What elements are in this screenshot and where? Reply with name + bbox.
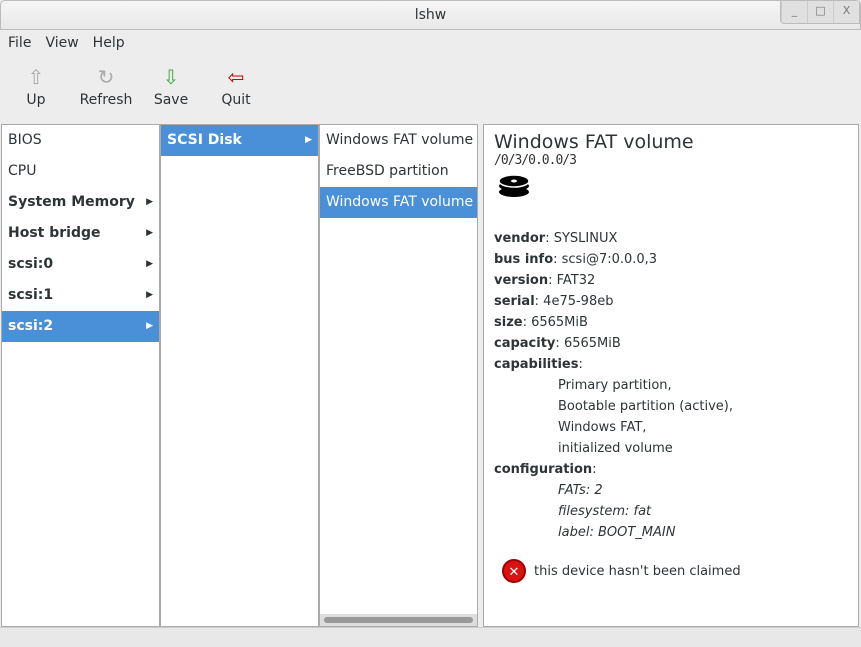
- list-item[interactable]: Windows FAT volume: [320, 125, 477, 156]
- list-item[interactable]: Host bridge ▶: [2, 218, 159, 249]
- menu-view[interactable]: View: [45, 32, 78, 54]
- device-column-1: BIOS CPU System Memory ▶ Host bridge ▶ scs…: [1, 124, 160, 627]
- minimize-button[interactable]: _: [781, 1, 807, 23]
- maximize-button[interactable]: □: [807, 1, 833, 23]
- up-button[interactable]: ⇧ Up: [0, 62, 72, 108]
- field-capacity: capacity: 6565MiB: [494, 336, 621, 351]
- list-item[interactable]: BIOS: [2, 125, 159, 156]
- detail-panel: Windows FAT volume /0/3/0.0.0/3 vendor: …: [483, 124, 859, 627]
- quit-button[interactable]: ⇦ Quit: [205, 62, 267, 108]
- item-label: scsi:2: [8, 318, 54, 334]
- refresh-button[interactable]: ↻ Refresh: [75, 62, 137, 108]
- list-item[interactable]: scsi:0 ▶: [2, 249, 159, 280]
- unclaimed-warning: ✕ this device hasn't been claimed: [502, 559, 848, 583]
- list-item[interactable]: FreeBSD partition: [320, 156, 477, 187]
- arrow-right-icon: ▶: [146, 228, 153, 238]
- config-item: label: BOOT_MAIN: [558, 525, 676, 540]
- detail-title: Windows FAT volume: [494, 131, 694, 153]
- close-button[interactable]: X: [833, 1, 859, 23]
- capabilities-label: capabilities:: [494, 357, 583, 372]
- refresh-icon: ↻: [97, 65, 115, 89]
- item-label: SCSI Disk: [167, 132, 242, 148]
- error-icon: ✕: [502, 559, 526, 583]
- save-icon: ⇩: [162, 65, 180, 89]
- quit-icon: ⇦: [227, 65, 245, 89]
- window-title: lshw: [414, 7, 447, 23]
- field-size: size: 6565MiB: [494, 315, 588, 330]
- list-item[interactable]: Windows FAT volume: [320, 187, 477, 218]
- item-label: scsi:1: [8, 287, 54, 303]
- status-bar: [0, 627, 861, 647]
- arrow-right-icon: ▶: [146, 259, 153, 269]
- arrow-right-icon: ▶: [146, 197, 153, 207]
- item-label: Host bridge: [8, 225, 101, 241]
- up-label: Up: [26, 92, 46, 108]
- list-item[interactable]: System Memory ▶: [2, 187, 159, 218]
- device-column-2: SCSI Disk ▶: [160, 124, 319, 627]
- list-item[interactable]: CPU: [2, 156, 159, 187]
- up-icon: ⇧: [27, 65, 45, 89]
- config-item: FATs: 2: [558, 483, 603, 498]
- capability: Primary partition,: [558, 378, 672, 393]
- save-label: Save: [153, 92, 189, 108]
- config-item: filesystem: fat: [558, 504, 652, 519]
- capability: Bootable partition (active),: [558, 399, 733, 414]
- field-version: version: FAT32: [494, 273, 596, 288]
- item-label: scsi:0: [8, 256, 54, 272]
- list-item[interactable]: scsi:1 ▶: [2, 280, 159, 311]
- arrow-right-icon: ▶: [305, 135, 312, 145]
- detail-path: /0/3/0.0.0/3: [494, 153, 577, 168]
- capability: Windows FAT,: [558, 420, 647, 435]
- device-column-3: Windows FAT volume FreeBSD partition Win…: [319, 124, 478, 627]
- arrow-right-icon: ▶: [146, 321, 153, 331]
- field-serial: serial: 4e75-98eb: [494, 294, 614, 309]
- horizontal-scrollbar[interactable]: [320, 614, 477, 626]
- configuration-label: configuration:: [494, 462, 597, 477]
- field-bus-info: bus info: scsi@7:0.0.0,3: [494, 252, 658, 267]
- menu-file[interactable]: File: [8, 32, 31, 54]
- quit-label: Quit: [221, 92, 251, 108]
- list-item[interactable]: SCSI Disk ▶: [161, 125, 318, 156]
- menu-help[interactable]: Help: [93, 32, 125, 54]
- disk-icon: [498, 174, 530, 198]
- refresh-label: Refresh: [79, 92, 133, 108]
- title-bar: lshw _ □ X: [0, 0, 861, 30]
- list-item[interactable]: scsi:2 ▶: [2, 311, 159, 342]
- toolbar: ⇧ Up ↻ Refresh ⇩ Save ⇦ Quit: [0, 62, 270, 108]
- capability: initialized volume: [558, 441, 673, 456]
- item-label: System Memory: [8, 194, 135, 210]
- field-vendor: vendor: SYSLINUX: [494, 231, 618, 246]
- arrow-right-icon: ▶: [146, 290, 153, 300]
- warning-text: this device hasn't been claimed: [534, 563, 741, 579]
- save-button[interactable]: ⇩ Save: [140, 62, 202, 108]
- menu-bar: File View Help: [0, 32, 125, 54]
